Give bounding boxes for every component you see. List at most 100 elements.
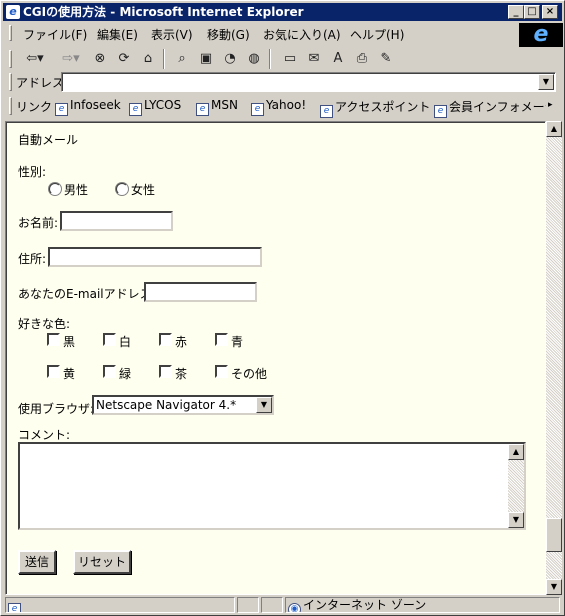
home-icon[interactable]: ⌂ (139, 49, 157, 69)
link-page-icon: e (129, 103, 142, 116)
link-lycos[interactable]: e LYCOS (129, 98, 181, 116)
comment-label: コメント: (18, 428, 71, 442)
browser-label: 使用ブラウザ: (18, 402, 95, 416)
search-icon[interactable]: ⌕ (173, 49, 191, 69)
fullscreen-icon[interactable]: ▭ (281, 49, 299, 69)
address-dropdown-icon[interactable]: ▼ (538, 74, 554, 90)
ie-logo-icon: e (6, 5, 20, 19)
address-grip (9, 73, 12, 91)
email-label: あなたのE-mailアドレス: (18, 287, 156, 301)
window-title: CGIの使用方法 - Microsoft Internet Explorer (23, 5, 304, 19)
zone-label: インターネット ゾーン (303, 598, 427, 612)
link-infoseek[interactable]: e Infoseek (55, 98, 121, 116)
font-icon[interactable]: A (329, 49, 347, 69)
toolbar-separator (269, 49, 271, 69)
status-cell (237, 597, 259, 613)
favorites-icon[interactable]: ▣ (197, 49, 215, 69)
color-brown-checkbox[interactable] (159, 365, 172, 378)
scroll-thumb[interactable] (546, 518, 562, 552)
back-icon[interactable]: ⇦▾ (21, 49, 49, 69)
color-other-label: その他 (231, 367, 268, 381)
gender-label: 性別: (18, 165, 47, 179)
menu-edit[interactable]: 編集(E) (97, 26, 138, 43)
security-zone: ◉ インターネット ゾーン (285, 597, 560, 613)
menu-bar: ファイル(F) 編集(E) 表示(V) 移動(G) お気に入り(A) ヘルプ(H… (3, 23, 519, 43)
color-label: 好きな色: (18, 317, 71, 331)
page-scrollbar[interactable]: ▲ ▼ (546, 121, 562, 595)
menu-grip (9, 25, 12, 41)
color-blue-label: 青 (231, 335, 244, 349)
color-red-checkbox[interactable] (159, 333, 172, 346)
standard-toolbar: ⇦▾ ⇨▾ ⊗ ⟳ ⌂ ⌕ ▣ ◔ ◍ ▭ ✉ A ⎙ ✎ (3, 47, 562, 71)
address-field-label: 住所: (18, 252, 47, 266)
comment-scrollbar[interactable]: ▲ ▼ (508, 444, 524, 528)
links-more-icon[interactable]: ▸ (548, 100, 553, 110)
menu-view[interactable]: 表示(V) (151, 26, 193, 43)
link-page-icon: e (251, 103, 264, 116)
reset-button[interactable]: リセット (73, 550, 131, 574)
comment-textarea[interactable]: ▲ ▼ (18, 442, 526, 530)
address-bar: アドレス ▼ (3, 71, 562, 93)
name-input[interactable] (60, 211, 173, 231)
color-brown-label: 茶 (175, 367, 188, 381)
refresh-icon[interactable]: ⟳ (115, 49, 133, 69)
comment-scroll-up-icon[interactable]: ▲ (508, 444, 524, 460)
link-yahoo[interactable]: e Yahoo! (251, 98, 306, 116)
edit-icon[interactable]: ✎ (377, 49, 395, 69)
submit-button[interactable]: 送信 (18, 550, 56, 574)
name-label: お名前: (18, 216, 59, 230)
link-page-icon: e (196, 103, 209, 116)
comment-scroll-down-icon[interactable]: ▼ (508, 512, 524, 528)
color-green-checkbox[interactable] (103, 365, 116, 378)
address-label: アドレス (16, 76, 65, 90)
menu-file[interactable]: ファイル(F) (23, 26, 87, 43)
form-heading: 自動メール (18, 133, 79, 147)
gender-male-label: 男性 (64, 183, 89, 197)
scroll-up-icon[interactable]: ▲ (546, 121, 562, 137)
forward-icon[interactable]: ⇨▾ (57, 49, 85, 69)
color-white-checkbox[interactable] (103, 333, 116, 346)
color-black-checkbox[interactable] (47, 333, 60, 346)
links-bar: リンク e Infoseek e LYCOS e MSN e Yahoo! e アクセスポ… (3, 95, 562, 118)
status-bar: e ◉ インターネット ゾーン (3, 596, 562, 614)
color-yellow-checkbox[interactable] (47, 365, 60, 378)
mail-icon[interactable]: ✉ (305, 49, 323, 69)
minimize-button[interactable]: _ (508, 5, 524, 19)
color-other-checkbox[interactable] (215, 365, 228, 378)
color-black-label: 黒 (63, 335, 76, 349)
link-msn[interactable]: e MSN (196, 98, 238, 116)
address-input[interactable]: ▼ (61, 72, 556, 92)
gender-female-label: 女性 (131, 183, 156, 197)
menu-favorites[interactable]: お気に入り(A) (263, 26, 341, 43)
close-button[interactable]: × (542, 5, 558, 19)
link-access-point[interactable]: e アクセスポイント (320, 98, 430, 118)
title-bar: e CGIの使用方法 - Microsoft Internet Explorer… (3, 3, 562, 21)
email-input[interactable] (144, 282, 257, 302)
gender-female-radio[interactable] (116, 183, 128, 195)
color-blue-checkbox[interactable] (215, 333, 228, 346)
scroll-down-icon[interactable]: ▼ (546, 579, 562, 595)
toolbar-separator (163, 49, 165, 69)
link-page-icon: e (55, 103, 68, 116)
link-page-icon: e (320, 105, 333, 118)
maximize-button[interactable]: □ (524, 5, 540, 19)
history-icon[interactable]: ◔ (221, 49, 239, 69)
status-cell (261, 597, 283, 613)
print-icon[interactable]: ⎙ (353, 49, 371, 69)
menu-go[interactable]: 移動(G) (207, 26, 250, 43)
browser-dropdown-icon[interactable]: ▼ (256, 397, 272, 413)
link-member-info[interactable]: e 会員インフォメーシ (434, 98, 546, 118)
toolbar-grip (9, 50, 12, 68)
browser-selected-value: Netscape Navigator 4.* (96, 398, 237, 412)
links-label: リンク (16, 100, 53, 114)
browser-window: e CGIの使用方法 - Microsoft Internet Explorer… (0, 0, 565, 616)
address-field-input[interactable] (48, 247, 262, 267)
link-page-icon: e (434, 105, 447, 118)
menu-help[interactable]: ヘルプ(H) (350, 26, 404, 43)
links-grip (9, 97, 12, 115)
stop-icon[interactable]: ⊗ (91, 49, 109, 69)
browser-select[interactable]: Netscape Navigator 4.* ▼ (92, 395, 274, 415)
gender-male-radio[interactable] (49, 183, 61, 195)
channels-icon[interactable]: ◍ (245, 49, 263, 69)
ie-throbber-icon: e (519, 23, 563, 47)
